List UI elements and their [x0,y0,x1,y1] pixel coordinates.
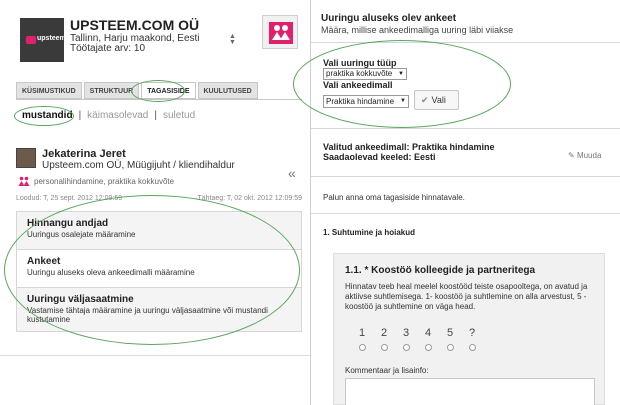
chevron-down-icon: ▼ [398,71,404,77]
step-questionnaire[interactable]: Ankeet Uuringu aluseks oleva ankeedimall… [16,249,302,287]
rating-radio[interactable] [468,344,476,351]
rating-radio[interactable] [358,344,366,351]
select-button-label: Vali [431,95,446,105]
rating-label: 4 [424,327,432,339]
person-name[interactable]: Jekaterina Jeret [42,148,126,160]
survey-dates: Loodud: T, 25 sept. 2012 12:09:59 Tähtae… [16,195,302,202]
select-button[interactable]: ✔ Vali [414,90,459,110]
people-icon [18,176,30,186]
company-employees: Töötajate arv: 10 [70,43,146,54]
people-icon [269,22,293,44]
people-button[interactable] [262,15,298,49]
right-panel: Uuringu aluseks olev ankeet Määra, milli… [310,0,620,405]
rating-label: 5 [446,327,454,339]
person-org: Upsteem.com OÜ, Müügijuht / kliendihaldu… [42,160,235,171]
rating-option: 1 [351,327,373,351]
chevron-down-icon: ▼ [400,98,406,104]
step-list: Hinnangu andjad Uuringus osalejate määra… [16,211,302,341]
section-title: 1. Suhtumine ja hoiakud [323,228,416,237]
divider [311,42,620,43]
filter-closed[interactable]: suletud [163,110,195,121]
step-desc: Uuringu aluseks oleva ankeedimalli määra… [27,268,195,277]
comment-field[interactable] [345,378,595,405]
tab-tagasiside[interactable]: TAGASISIDE [141,82,196,99]
rating-radio[interactable] [402,344,410,351]
rating-option: 3 [395,327,417,351]
survey-type-select[interactable]: praktika kokkuvõte ▼ [323,68,407,80]
rating-label-unknown: ? [468,327,476,339]
tab-divider [16,99,302,100]
rating-option: 2 [373,327,395,351]
check-icon: ✔ [421,95,429,105]
available-languages: Saadaolevad keeled: Eesti [323,152,436,162]
logo-text: upsteem [37,35,66,42]
tab-struktuur[interactable]: STRUKTUUR [83,82,140,99]
survey-type-value: praktika kokkuvõte [326,69,393,78]
avatar [16,148,36,168]
company-name: UPSTEEM.COM OÜ [70,17,200,33]
step-desc: Vastamise tähtaja määramine ja uuringu v… [27,306,268,324]
logo-mark [26,36,36,44]
tab-bar: KÜSIMUSTIKUD STRUKTUUR TAGASISIDE KUULUT… [16,82,258,99]
rating-radio[interactable] [446,344,454,351]
tab-kusimustikud[interactable]: KÜSIMUSTIKUD [16,82,82,99]
feedback-prompt: Palun anna oma tagasiside hinnatavale. [323,193,465,202]
panel-subtitle: Määra, millise ankeedimalliga uuring läb… [321,25,514,35]
step-send-out[interactable]: Uuringu väljasaatmine Vastamise tähtaja … [16,287,302,332]
rating-label: 1 [358,327,366,339]
comment-label: Kommentaar ja lisainfo: [345,366,429,375]
template-select[interactable]: Praktika hindamine ▼ [323,95,409,108]
selected-template: Valitud ankeedimall: Praktika hindamine [323,142,495,152]
rating-option: ? [461,327,483,351]
filter-ongoing[interactable]: käimasolevad [87,110,148,121]
rating-radio[interactable] [380,344,388,351]
filter-separator: | [154,110,157,121]
company-switch-icon[interactable]: ▲ ▼ [229,33,236,46]
divider [311,176,620,177]
edit-link[interactable]: ✎ Muuda [568,151,601,160]
rating-option: 4 [417,327,439,351]
filter-drafts[interactable]: mustandid [22,110,73,121]
question-title: 1.1. * Koostöö kolleegide ja partneriteg… [345,265,536,276]
rating-label: 3 [402,327,410,339]
step-respondents[interactable]: Hinnangu andjad Uuringus osalejate määra… [16,211,302,249]
rating-option: 5 [439,327,461,351]
question-card: 1.1. * Koostöö kolleegide ja partneriteg… [333,253,605,405]
step-desc: Uuringus osalejate määramine [27,230,136,239]
created-date: Loodud: T, 25 sept. 2012 12:09:59 [16,195,123,202]
pencil-icon: ✎ [568,151,575,160]
survey-type-label: Vali uuringu tüüp [323,58,397,68]
status-filter: mustandid | käimasolevad | suletud [22,110,195,121]
step-title: Uuringu väljasaatmine [27,294,134,305]
rating-label: 2 [380,327,388,339]
step-title: Hinnangu andjad [27,218,109,229]
divider [311,128,620,129]
template-label: Vali ankeedimall [323,80,393,90]
due-date: Tähtaeg: T, 02 okt. 2012 12:09:59 [197,195,302,202]
question-description: Hinnatav teeb heal meelel koostööd teist… [345,282,588,311]
edit-label: Muuda [576,151,602,160]
rating-scale: 1 2 3 4 5 ? [351,327,483,351]
step-title: Ankeet [27,256,61,267]
template-value: Praktika hindamine [326,97,395,106]
divider [311,213,620,214]
panel-title: Uuringu aluseks olev ankeet [321,13,457,24]
rating-radio[interactable] [424,344,432,351]
divider [0,355,310,356]
collapse-icon[interactable]: « [288,165,296,181]
survey-types: personalihindamine, praktika kokkuvõte [34,177,175,186]
tab-kuulutused[interactable]: KUULUTUSED [197,82,258,99]
left-panel: upsteem UPSTEEM.COM OÜ Tallinn, Harju ma… [0,0,310,405]
company-logo: upsteem [20,18,66,62]
filter-separator: | [78,110,82,121]
